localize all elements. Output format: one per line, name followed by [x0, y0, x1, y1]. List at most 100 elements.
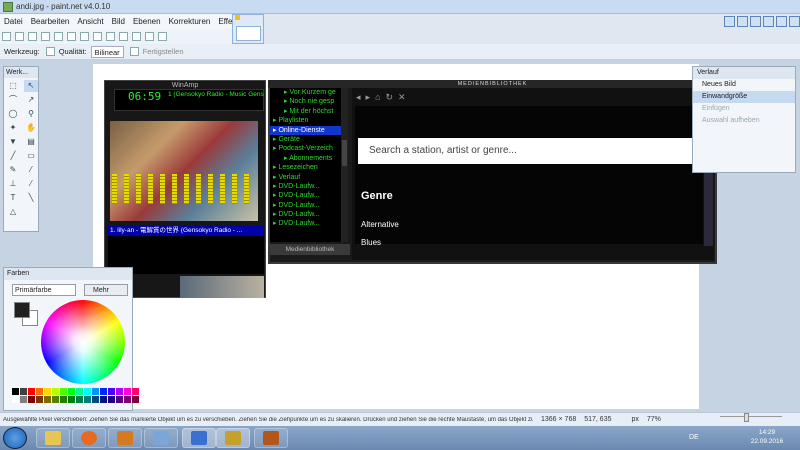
quality-select[interactable]: Bilinear — [90, 45, 124, 58]
eq-slider[interactable] — [208, 174, 213, 204]
palette-swatch[interactable] — [68, 396, 75, 403]
stamp-icon[interactable]: ⊥ — [6, 178, 20, 190]
winamp-task[interactable] — [216, 428, 250, 448]
library-button[interactable]: Medienbibliothek — [270, 244, 350, 255]
redo-icon[interactable] — [132, 32, 141, 41]
game-task[interactable] — [254, 428, 288, 448]
forward-icon[interactable]: ▸ — [366, 92, 371, 103]
deselect-icon[interactable] — [106, 32, 115, 41]
color-wheel[interactable] — [41, 300, 125, 384]
finish-icon[interactable] — [129, 47, 139, 56]
settings-icon[interactable] — [776, 15, 787, 27]
menu-ansicht[interactable]: Ansicht — [73, 14, 107, 29]
palette-swatch[interactable] — [20, 396, 27, 403]
move-tool-icon[interactable] — [45, 47, 55, 56]
palette-swatch[interactable] — [36, 388, 43, 395]
tree-item[interactable]: ▸ Podcast-Verzeich — [270, 144, 348, 153]
pencil-icon[interactable]: ✎ — [6, 164, 20, 176]
bucket-icon[interactable]: ▼ — [6, 136, 20, 148]
start-button[interactable] — [3, 427, 27, 449]
tree-item[interactable]: ▸ Noch nie gesp — [270, 97, 348, 106]
eq-slider[interactable] — [232, 174, 237, 204]
palette-swatch[interactable] — [68, 388, 75, 395]
palette-swatch[interactable] — [92, 396, 99, 403]
open-icon[interactable] — [15, 32, 24, 41]
palette-swatch[interactable] — [92, 388, 99, 395]
station-search-input[interactable]: Search a station, artist or genre... — [358, 138, 702, 164]
palette-swatch[interactable] — [76, 396, 83, 403]
palette-swatch[interactable] — [124, 388, 131, 395]
menu-ebenen[interactable]: Ebenen — [129, 14, 165, 29]
eq-slider[interactable] — [244, 174, 249, 204]
layers-toggle-icon[interactable] — [750, 15, 761, 27]
palette-swatch[interactable] — [44, 388, 51, 395]
eq-slider[interactable] — [112, 174, 117, 204]
history-item[interactable]: Einfügen — [693, 103, 795, 115]
firefox-task[interactable] — [72, 428, 106, 448]
grid-icon[interactable] — [145, 32, 154, 41]
palette-swatch[interactable] — [44, 396, 51, 403]
palette-swatch[interactable] — [12, 388, 19, 395]
recolor-icon[interactable]: ⁄ — [24, 178, 38, 190]
palette-swatch[interactable] — [132, 396, 139, 403]
palette-swatch[interactable] — [124, 396, 131, 403]
tree-item[interactable]: ▸ Geräte — [270, 135, 348, 144]
media-player-task[interactable] — [108, 428, 142, 448]
history-toggle-icon[interactable] — [737, 15, 748, 27]
magic-wand-icon[interactable]: ✦ — [6, 122, 20, 134]
palette-swatch[interactable] — [108, 388, 115, 395]
crop-icon[interactable] — [93, 32, 102, 41]
back-icon[interactable]: ◂ — [356, 92, 361, 103]
palette-swatch[interactable] — [84, 396, 91, 403]
palette-swatch[interactable] — [12, 396, 19, 403]
eq-slider[interactable] — [160, 174, 165, 204]
cut-icon[interactable] — [54, 32, 63, 41]
eq-slider[interactable] — [148, 174, 153, 204]
palette-swatch[interactable] — [52, 388, 59, 395]
paste-icon[interactable] — [80, 32, 89, 41]
zoom-level[interactable]: 77% — [647, 416, 661, 423]
palette-swatch[interactable] — [84, 388, 91, 395]
menu-korrekturen[interactable]: Korrekturen — [165, 14, 215, 29]
lasso-icon[interactable]: ⌒ — [6, 94, 20, 106]
palette-swatch[interactable] — [20, 388, 27, 395]
explorer2-task[interactable] — [144, 428, 178, 448]
tree-item[interactable]: ▸ Verlauf — [270, 173, 348, 182]
primary-color-swatch[interactable] — [14, 302, 30, 318]
menu-bearbeiten[interactable]: Bearbeiten — [27, 14, 74, 29]
move-selection-icon[interactable]: ↗ — [24, 94, 38, 106]
language-indicator[interactable]: DE — [689, 434, 699, 441]
palette-swatch[interactable] — [28, 388, 35, 395]
palette-swatch[interactable] — [100, 388, 107, 395]
save-icon[interactable] — [28, 32, 37, 41]
palette-swatch[interactable] — [116, 396, 123, 403]
color-palette[interactable] — [12, 388, 139, 404]
paintnet-task[interactable] — [182, 428, 216, 448]
tree-item[interactable]: ▸ Abonnements — [270, 154, 348, 163]
palette-swatch[interactable] — [52, 396, 59, 403]
tree-item[interactable]: ▸ DVD-Laufw... — [270, 182, 348, 191]
tree-scroll-thumb[interactable] — [342, 140, 347, 166]
zoom-icon[interactable]: ⚲ — [24, 108, 38, 120]
stop-icon[interactable]: ✕ — [398, 92, 406, 103]
palette-swatch[interactable] — [60, 388, 67, 395]
palette-swatch[interactable] — [36, 396, 43, 403]
picker-icon[interactable]: ⁄ — [24, 164, 38, 176]
move-selected-icon[interactable]: ↖ — [24, 80, 38, 92]
palette-swatch[interactable] — [132, 388, 139, 395]
palette-swatch[interactable] — [100, 396, 107, 403]
palette-swatch[interactable] — [116, 388, 123, 395]
tree-item[interactable]: ▸ Playlisten — [270, 116, 348, 125]
eq-slider[interactable] — [184, 174, 189, 204]
eq-slider[interactable] — [196, 174, 201, 204]
genre-blues[interactable]: Blues — [361, 238, 381, 247]
brush-icon[interactable]: ╱ — [6, 150, 20, 162]
playlist-item[interactable]: 1. lily-an - 電解質の世界 (Gensokyo Radio - ..… — [108, 226, 264, 236]
palette-swatch[interactable] — [28, 396, 35, 403]
shapes-icon[interactable]: △ — [6, 206, 20, 218]
undo-icon[interactable] — [119, 32, 128, 41]
colors-toggle-icon[interactable] — [763, 15, 774, 27]
finish-button[interactable]: Fertigstellen — [143, 47, 184, 56]
history-item[interactable]: Auswahl aufheben — [693, 115, 795, 127]
unit-select[interactable]: px — [631, 416, 638, 423]
